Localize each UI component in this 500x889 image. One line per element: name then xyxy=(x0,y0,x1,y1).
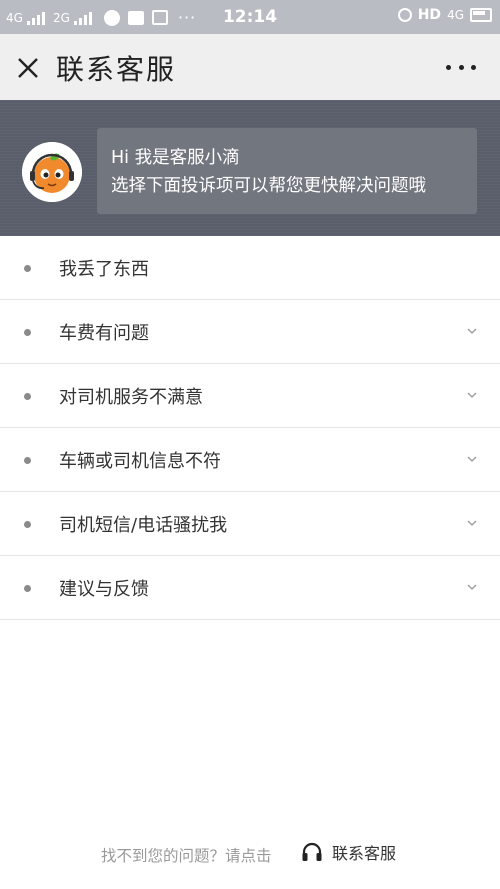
greeting-subtitle: 选择下面投诉项可以帮您更快解决问题哦 xyxy=(111,176,426,196)
bullet-icon xyxy=(24,521,31,528)
hd-label: HD xyxy=(417,7,442,23)
bullet-icon xyxy=(24,329,31,336)
more-dot xyxy=(458,64,464,70)
issue-list: 我丢了东西 车费有问题 对司机服务不满意 车辆或司机信息不符 司机短信/电话骚扰… xyxy=(0,236,500,620)
chevron-down-icon xyxy=(467,520,477,526)
footer-prompt: 找不到您的问题？请点击 xyxy=(101,847,272,865)
greeting-bubble: Hi 我是客服小滴 选择下面投诉项可以帮您更快解决问题哦 xyxy=(97,128,477,214)
chevron-down-icon xyxy=(467,456,477,462)
issue-label: 我丢了东西 xyxy=(59,259,149,280)
network-type-3: 4G xyxy=(447,8,464,22)
issue-item-info-mismatch[interactable]: 车辆或司机信息不符 xyxy=(0,428,500,492)
bullet-icon xyxy=(24,393,31,400)
status-bar-right: HD 4G xyxy=(397,7,492,23)
alarm-icon xyxy=(397,8,412,22)
chevron-down-icon xyxy=(467,584,477,590)
page-title: 联系客服 xyxy=(56,53,177,86)
close-icon xyxy=(18,58,38,78)
issue-item-lost-item[interactable]: 我丢了东西 xyxy=(0,236,500,300)
bullet-icon xyxy=(24,585,31,592)
issue-label: 车辆或司机信息不符 xyxy=(59,451,221,472)
chevron-down-icon xyxy=(467,328,477,334)
chevron-down-icon xyxy=(467,392,477,398)
status-bar: 4G 2G ··· 12:14 HD 4G xyxy=(0,0,500,34)
issue-item-fare[interactable]: 车费有问题 xyxy=(0,300,500,364)
issue-label: 建议与反馈 xyxy=(59,579,149,600)
more-dot xyxy=(446,64,451,70)
issue-item-feedback[interactable]: 建议与反馈 xyxy=(0,556,500,620)
more-dot xyxy=(471,64,476,70)
contact-support-label: 联系客服 xyxy=(332,844,397,863)
bullet-icon xyxy=(24,265,31,272)
issue-item-driver-service[interactable]: 对司机服务不满意 xyxy=(0,364,500,428)
footer: 找不到您的问题？请点击 联系客服 xyxy=(0,838,500,868)
greeting-text: Hi 我是客服小滴 xyxy=(111,148,240,168)
avatar xyxy=(22,142,82,202)
issue-label: 对司机服务不满意 xyxy=(59,387,203,408)
issue-label: 司机短信/电话骚扰我 xyxy=(59,515,228,536)
issue-label: 车费有问题 xyxy=(59,323,149,344)
page: 4G 2G ··· 12:14 HD 4G 联系客服 Hi 我是客服小滴 选择下… xyxy=(0,0,500,889)
support-agent-mascot-icon xyxy=(22,142,82,202)
more-button[interactable] xyxy=(446,60,476,74)
support-banner: Hi 我是客服小滴 选择下面投诉项可以帮您更快解决问题哦 xyxy=(0,100,500,236)
bullet-icon xyxy=(24,457,31,464)
issue-item-harassment[interactable]: 司机短信/电话骚扰我 xyxy=(0,492,500,556)
contact-support-link[interactable]: 联系客服 xyxy=(300,840,396,864)
battery-icon xyxy=(470,8,492,22)
headset-icon xyxy=(302,842,322,861)
nav-bar: 联系客服 xyxy=(0,34,500,100)
close-button[interactable] xyxy=(12,52,44,84)
